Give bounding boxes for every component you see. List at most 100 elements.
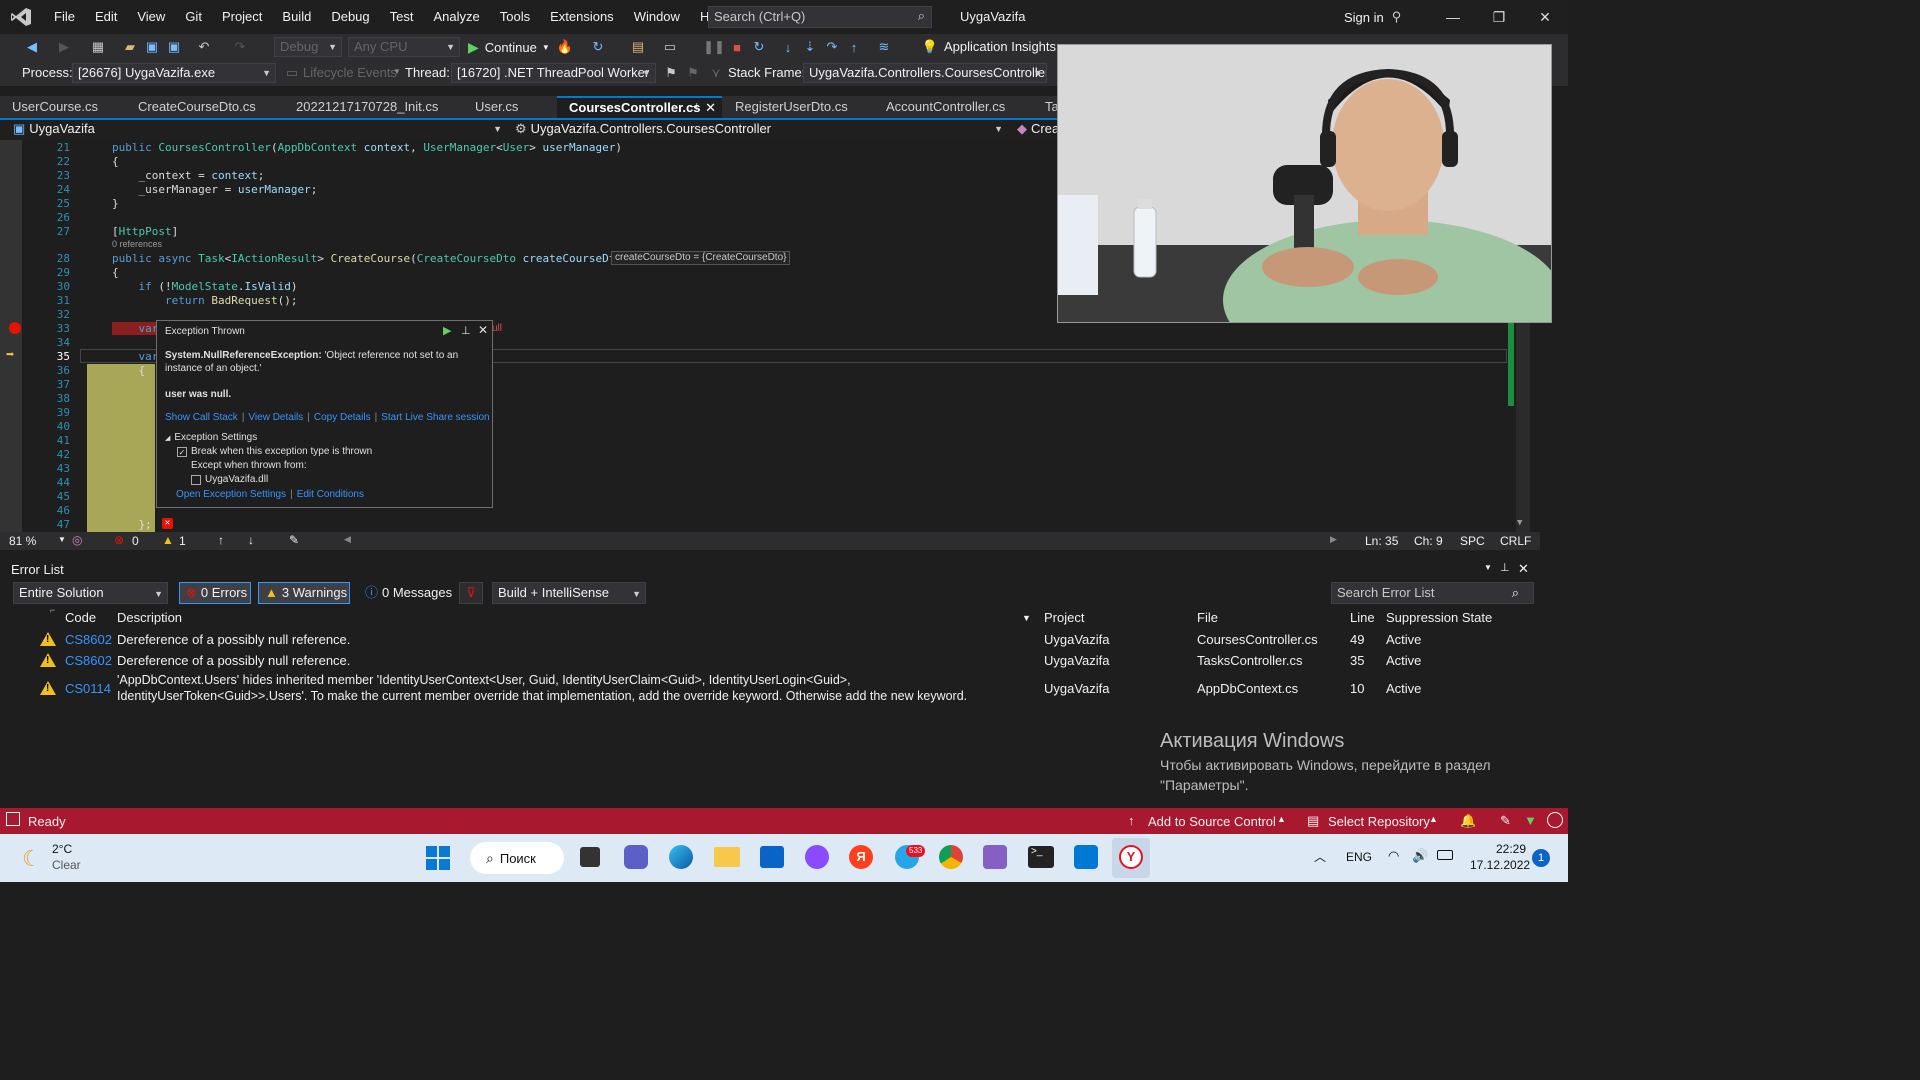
redo-icon[interactable]: ↷ xyxy=(230,37,250,57)
col-suppression[interactable]: Suppression State xyxy=(1386,610,1492,625)
messages-filter-button[interactable]: ⓘ 0 Messages xyxy=(358,582,452,604)
file-explorer-icon[interactable] xyxy=(714,847,740,867)
forward-icon[interactable]: ▶ xyxy=(54,37,74,57)
exception-marker-icon[interactable]: ✕ xyxy=(162,518,173,529)
warnings-filter-button[interactable]: ▲ 3 Warnings xyxy=(258,582,350,604)
continue-icon[interactable]: ▶ xyxy=(443,324,451,337)
open-folder-icon[interactable]: ▰ xyxy=(120,37,140,57)
visual-studio-icon[interactable] xyxy=(983,845,1007,869)
chevron-down-icon[interactable]: ▼ xyxy=(58,535,66,544)
view-details-link[interactable]: View Details xyxy=(248,412,303,423)
error-code[interactable]: CS8602 xyxy=(65,653,112,668)
edge-icon[interactable] xyxy=(669,845,693,869)
notifications-icon[interactable]: 🔔 xyxy=(1460,813,1476,829)
alice-icon[interactable] xyxy=(805,845,829,869)
table-row[interactable]: CS8602 Dereference of a possibly null re… xyxy=(8,630,1536,650)
menu-window[interactable]: Window xyxy=(624,0,690,34)
project-nav-dropdown[interactable]: ▣ UygaVazifa ▼ xyxy=(8,120,506,140)
save-icon[interactable]: ▣ xyxy=(142,37,162,57)
build-filter-dropdown[interactable]: Build + IntelliSense ▼ xyxy=(492,582,646,604)
code-cleanup-icon[interactable]: ✎ xyxy=(289,533,299,547)
pin-icon[interactable]: ⊥ xyxy=(1500,561,1510,574)
warning-count[interactable]: 1 xyxy=(179,534,186,548)
battery-icon[interactable] xyxy=(1437,850,1453,860)
menu-tools[interactable]: Tools xyxy=(490,0,540,34)
clock-time[interactable]: 22:29 xyxy=(1496,842,1526,856)
flag-icon[interactable]: ⚑ xyxy=(661,63,681,83)
scope-dropdown[interactable]: Entire Solution ▼ xyxy=(13,582,168,604)
weather-temp[interactable]: 2°C xyxy=(52,842,72,856)
app-insights-button[interactable]: Application Insights xyxy=(944,39,1056,54)
col-line[interactable]: Line xyxy=(1350,610,1375,625)
menu-view[interactable]: View xyxy=(127,0,175,34)
zoom-level[interactable]: 81 % xyxy=(9,534,36,548)
tab-usercourse[interactable]: UserCourse.cs xyxy=(0,96,125,118)
browse-icon[interactable]: ▤ xyxy=(628,37,648,57)
chrome-icon[interactable] xyxy=(939,845,963,869)
minimize-icon[interactable]: — xyxy=(1430,9,1476,25)
status-circle-icon[interactable] xyxy=(1547,812,1563,828)
inline-datatip[interactable]: createCourseDto = {CreateCourseDto} xyxy=(611,251,791,265)
dll-checkbox[interactable] xyxy=(191,474,201,485)
open-exception-settings-link[interactable]: Open Exception Settings xyxy=(176,489,286,500)
restore-icon[interactable]: ❐ xyxy=(1476,9,1522,26)
menu-build[interactable]: Build xyxy=(272,0,321,34)
output-icon[interactable] xyxy=(6,812,20,826)
breakpoint-icon[interactable] xyxy=(9,322,21,334)
previous-issue-icon[interactable]: ↑ xyxy=(218,533,224,547)
yandex-browser-icon[interactable]: Y xyxy=(1119,845,1143,869)
new-project-icon[interactable]: ▦ xyxy=(88,37,108,57)
menu-test[interactable]: Test xyxy=(380,0,424,34)
menu-project[interactable]: Project xyxy=(212,0,272,34)
volume-icon[interactable]: 🔊 xyxy=(1412,848,1428,864)
moon-weather-icon[interactable]: ☾ xyxy=(22,846,42,872)
exception-settings-toggle[interactable]: ◢ Exception Settings xyxy=(165,432,257,443)
restart-icon[interactable]: ↻ xyxy=(749,37,769,57)
step-over-icon[interactable]: ⇣ xyxy=(800,37,820,57)
sign-in-link[interactable]: Sign in ⚲ xyxy=(1344,9,1401,25)
stack-frame-dropdown[interactable]: UygaVazifa.Controllers.CoursesController… xyxy=(803,63,1047,83)
tab-user[interactable]: User.cs xyxy=(463,96,556,118)
col-code[interactable]: Code xyxy=(65,610,96,625)
hot-reload-icon[interactable]: 🔥 xyxy=(555,37,575,57)
error-search-input[interactable]: Search Error List ⌕ xyxy=(1331,582,1534,604)
step-over-arc-icon[interactable]: ↷ xyxy=(822,37,842,57)
error-count[interactable]: 0 xyxy=(132,534,139,548)
back-icon[interactable]: ◀ xyxy=(22,37,42,57)
chevron-down-icon[interactable]: ▼ xyxy=(1022,613,1031,623)
select-repository-button[interactable]: Select Repository xyxy=(1328,814,1430,829)
vscode-icon[interactable] xyxy=(1074,845,1098,869)
menu-git[interactable]: Git xyxy=(175,0,212,34)
layout-icon[interactable]: ▭ xyxy=(660,37,680,57)
col-project[interactable]: Project xyxy=(1044,610,1084,625)
scroll-left-icon[interactable]: ◀ xyxy=(344,534,351,545)
lifecycle-events-button[interactable]: Lifecycle Events xyxy=(303,65,397,80)
scroll-right-icon[interactable]: ▶ xyxy=(1330,534,1337,545)
filter-icon[interactable]: ⊽ xyxy=(459,582,483,604)
menu-file[interactable]: File xyxy=(44,0,85,34)
continue-button[interactable]: ▶ Continue ▼ xyxy=(468,37,550,57)
process-dropdown[interactable]: [26676] UygaVazifa.exe ▼ xyxy=(72,63,276,83)
visual-studio-logo-icon[interactable] xyxy=(10,7,32,27)
stop-icon[interactable]: ■ xyxy=(727,37,747,57)
feedback-icon[interactable]: ✎ xyxy=(1500,813,1511,829)
refresh-icon[interactable]: ↻ xyxy=(588,37,608,57)
col-file[interactable]: File xyxy=(1197,610,1218,625)
column-indicator[interactable]: Ch: 9 xyxy=(1414,534,1443,548)
search-box[interactable]: Search (Ctrl+Q) ⌕ xyxy=(708,6,932,28)
tab-createcoursedto[interactable]: CreateCourseDto.cs xyxy=(126,96,283,118)
add-to-source-control-button[interactable]: Add to Source Control xyxy=(1148,814,1276,829)
table-row[interactable]: CS0114 'AppDbContext.Users' hides inheri… xyxy=(8,671,1536,707)
thread-icon[interactable]: ≋ xyxy=(874,37,894,57)
chevron-up-icon[interactable]: ︿ xyxy=(1314,848,1326,865)
codelens-references[interactable]: 0 references xyxy=(112,239,162,249)
terminal-icon[interactable]: >_ xyxy=(1028,846,1054,868)
thread-dropdown[interactable]: [16720] .NET ThreadPool Worker ▼ xyxy=(451,63,656,83)
member-nav-dropdown[interactable]: ◆ Crea xyxy=(1012,120,1060,140)
break-when-checkbox[interactable]: ✓ xyxy=(177,446,187,457)
save-all-icon[interactable]: ▣ xyxy=(164,37,184,57)
platform-dropdown[interactable]: Any CPU ▼ xyxy=(348,37,460,57)
live-share-link[interactable]: Start Live Share session xyxy=(381,412,489,423)
clock-date[interactable]: 17.12.2022 xyxy=(1470,858,1530,872)
wifi-icon[interactable]: ◠ xyxy=(1388,848,1399,864)
